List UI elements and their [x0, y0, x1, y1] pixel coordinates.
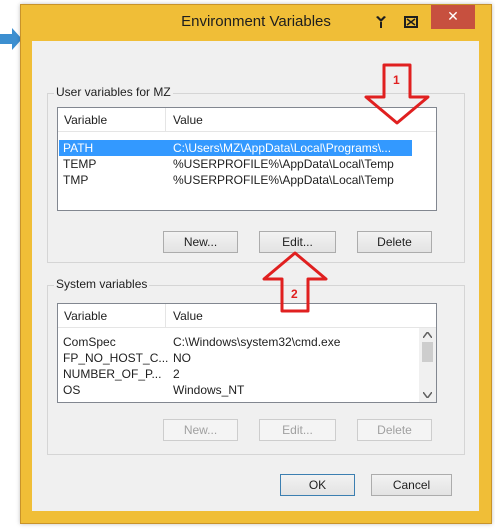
close-button[interactable]: ✕ [431, 5, 475, 29]
user-row-variable: TEMP [63, 157, 97, 171]
system-edit-button[interactable]: Edit... [259, 419, 336, 441]
user-col-variable[interactable]: Variable [64, 113, 107, 127]
annotation-arrow-up-icon [262, 251, 328, 313]
system-row-value: Windows_NT [173, 383, 245, 397]
environment-variables-dialog: Environment Variables ✕ User variables f… [20, 4, 492, 524]
cancel-button[interactable]: Cancel [371, 474, 452, 496]
system-row-value: NO [173, 351, 191, 365]
user-row-value: %USERPROFILE%\AppData\Local\Temp [173, 157, 394, 171]
system-new-button[interactable]: New... [163, 419, 238, 441]
user-row-path[interactable]: PATH C:\Users\MZ\AppData\Local\Programs\… [59, 140, 412, 156]
annotation-number-1: 1 [393, 73, 400, 87]
user-variables-label: User variables for MZ [54, 85, 173, 99]
user-row-value: %USERPROFILE%\AppData\Local\Temp [173, 173, 394, 187]
system-row-variable: FP_NO_HOST_C... [63, 351, 169, 365]
dialog-client-area: User variables for MZ Variable Value PAT… [32, 41, 479, 511]
system-variables-label: System variables [54, 277, 150, 291]
close-icon: ✕ [447, 8, 459, 24]
pin-icon[interactable] [373, 14, 389, 30]
system-row-fp-no-host[interactable]: FP_NO_HOST_C... NO [59, 350, 419, 366]
user-col-value[interactable]: Value [173, 113, 203, 127]
user-row-value: C:\Users\MZ\AppData\Local\Programs\... [173, 141, 392, 155]
ok-button[interactable]: OK [280, 474, 355, 496]
system-row-os[interactable]: OS Windows_NT [59, 382, 419, 398]
scroll-down-icon[interactable] [423, 392, 432, 398]
user-edit-button[interactable]: Edit... [259, 231, 336, 253]
system-row-comspec[interactable]: ComSpec C:\Windows\system32\cmd.exe [59, 334, 419, 350]
window-menu-icon[interactable] [403, 14, 419, 30]
user-row-temp[interactable]: TEMP %USERPROFILE%\AppData\Local\Temp [59, 156, 412, 172]
scroll-thumb[interactable] [422, 342, 433, 362]
system-row-variable: ComSpec [63, 335, 116, 349]
system-row-number-of-p[interactable]: NUMBER_OF_P... 2 [59, 366, 419, 382]
user-new-button[interactable]: New... [163, 231, 238, 253]
annotation-number-2: 2 [291, 287, 298, 301]
system-list-scrollbar[interactable] [419, 328, 436, 402]
title-bar: Environment Variables ✕ [21, 5, 491, 41]
system-variables-list[interactable]: Variable Value ComSpec C:\Windows\system… [57, 303, 437, 403]
system-col-variable[interactable]: Variable [64, 309, 107, 323]
system-row-variable: NUMBER_OF_P... [63, 367, 162, 381]
system-row-variable: OS [63, 383, 81, 397]
user-delete-button[interactable]: Delete [357, 231, 432, 253]
user-row-tmp[interactable]: TMP %USERPROFILE%\AppData\Local\Temp [59, 172, 412, 188]
user-row-variable: PATH [63, 141, 94, 155]
system-delete-button[interactable]: Delete [357, 419, 432, 441]
system-row-value: C:\Windows\system32\cmd.exe [173, 335, 341, 349]
system-col-value[interactable]: Value [173, 309, 203, 323]
user-row-variable: TMP [63, 173, 89, 187]
system-list-header: Variable Value [58, 304, 436, 328]
system-row-value: 2 [173, 367, 180, 381]
scroll-up-icon[interactable] [423, 332, 432, 338]
blue-arrow-icon [0, 28, 22, 50]
window-title: Environment Variables [181, 13, 331, 30]
